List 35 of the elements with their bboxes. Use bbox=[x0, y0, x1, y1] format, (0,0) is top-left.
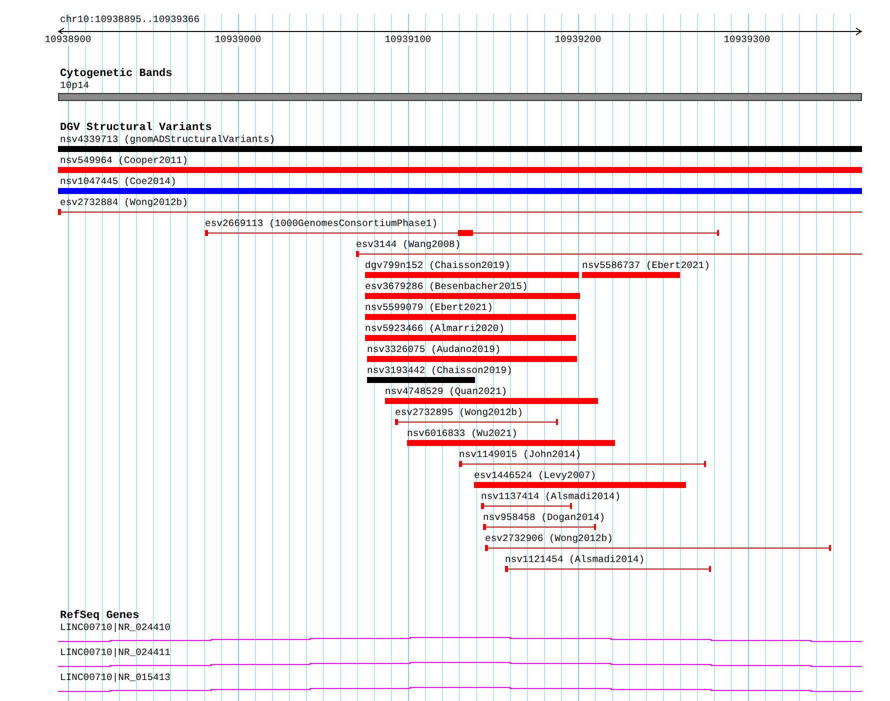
tick-label: 10939300 bbox=[724, 34, 770, 46]
track-title: RefSeq Genes bbox=[60, 610, 140, 622]
variant-label: nsv4748529 (Quan2021) bbox=[385, 386, 508, 398]
tick-label: 10939000 bbox=[214, 34, 262, 46]
track-title: Cytogenetic Bands bbox=[60, 68, 172, 80]
tick-label: 10939100 bbox=[384, 34, 432, 46]
variant-label: nsv1137414 (Alsmadi2014) bbox=[481, 491, 621, 503]
variant-label: nsv1047445 (Coe2014) bbox=[60, 176, 176, 188]
variant-label: nsv549964 (Cooper2011) bbox=[60, 155, 188, 167]
variant-label: nsv5586737 (Ebert2021) bbox=[582, 260, 710, 272]
variant-label: nsv958458 (Dogan2014) bbox=[483, 512, 606, 524]
gene-label: LINC00710|NR_015413 bbox=[60, 672, 170, 684]
variant-label: esv2732884 (Wong2012b) bbox=[60, 197, 188, 209]
variant-label: nsv5923466 (Almarri2020) bbox=[365, 323, 505, 335]
variant-label: nsv5599079 (Ebert2021) bbox=[365, 302, 493, 314]
variant-label: esv3679286 (Besenbacher2015) bbox=[365, 281, 528, 293]
variant-label: esv3144 (Wang2008) bbox=[356, 239, 461, 251]
tick-label: 10938900 bbox=[44, 34, 92, 46]
region-label: chr10:10938895..10939366 bbox=[60, 14, 200, 26]
band-label: 10p14 bbox=[60, 80, 90, 92]
tick-label: 10939200 bbox=[554, 34, 602, 46]
gene-label: LINC00710|NR_024410 bbox=[60, 622, 170, 634]
variant-label: nsv6016833 (Wu2021) bbox=[407, 428, 518, 440]
gene-label: LINC00710|NR_024411 bbox=[60, 647, 170, 659]
track-title: DGV Structural Variants bbox=[60, 122, 212, 134]
variant-label: nsv1121454 (Alsmadi2014) bbox=[505, 554, 645, 566]
variant-label: esv1446524 (Levy2007) bbox=[474, 470, 596, 482]
variant-label: nsv3193442 (Chaisson2019) bbox=[367, 365, 512, 377]
variant-label: esv2732895 (Wong2012b) bbox=[395, 407, 523, 419]
variant-label: esv2732906 (Wong2012b) bbox=[485, 533, 613, 545]
variant-label: nsv1149015 (John2014) bbox=[459, 449, 582, 461]
variant-label: nsv3326075 (Audano2019) bbox=[367, 344, 501, 356]
variant-label: esv2669113 (1000GenomesConsortiumPhase1) bbox=[205, 218, 438, 230]
variant-label: nsv4339713 (gnomADStructuralVariants) bbox=[60, 134, 276, 146]
variant-label: dgv799n152 (Chaisson2019) bbox=[365, 260, 510, 272]
